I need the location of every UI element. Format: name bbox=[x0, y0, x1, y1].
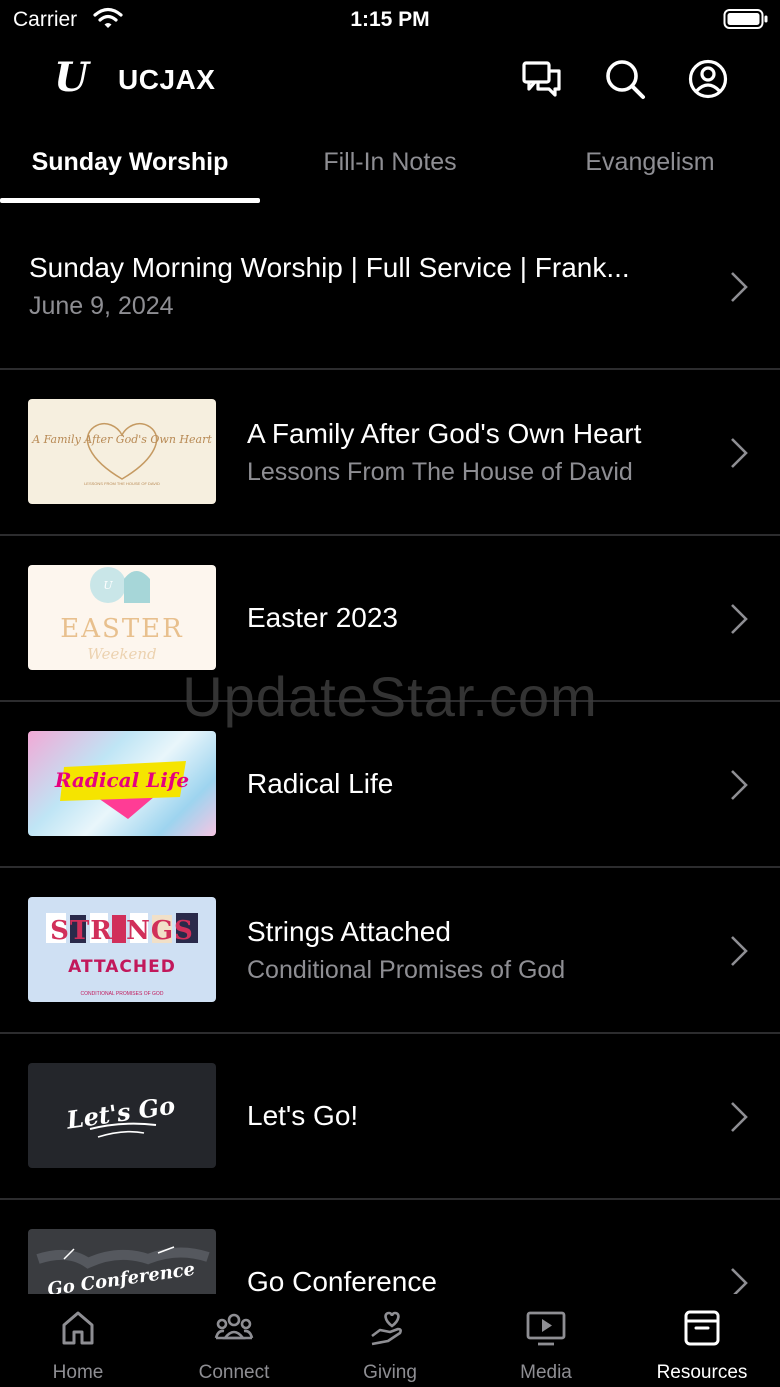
active-tab-indicator bbox=[0, 198, 260, 203]
thumb-caption: CONDITIONAL PROMISES OF GOD bbox=[81, 991, 164, 997]
home-icon bbox=[62, 1311, 94, 1345]
thumb-title: STRINGS bbox=[50, 916, 194, 946]
item-thumbnail: STRINGS ATTACHED CONDITIONAL PROMISES OF… bbox=[28, 897, 216, 1002]
tabbar-label: Media bbox=[520, 1362, 572, 1383]
item-title: Radical Life bbox=[247, 768, 394, 799]
go-conference-artwork: Go Conference bbox=[36, 1246, 210, 1294]
tabbar-giving[interactable]: Giving bbox=[312, 1294, 468, 1387]
chevron-right-icon bbox=[731, 936, 748, 966]
tabbar-label: Home bbox=[52, 1362, 104, 1383]
heart-artwork: A Family After God's Own Heart LESSONS F… bbox=[31, 423, 212, 486]
tabbar-label: Giving bbox=[363, 1362, 417, 1383]
list-item[interactable]: STRINGS ATTACHED CONDITIONAL PROMISES OF… bbox=[0, 868, 780, 1034]
profile-icon[interactable] bbox=[687, 58, 729, 100]
thumb-subtitle: ATTACHED bbox=[68, 957, 176, 977]
app-logo[interactable]: U bbox=[54, 54, 89, 101]
watermark: UpdateStar.com bbox=[182, 665, 598, 728]
status-time: 1:15 PM bbox=[350, 8, 430, 31]
giving-icon bbox=[371, 1311, 402, 1346]
item-subtitle: Conditional Promises of God bbox=[247, 956, 566, 984]
list-item[interactable]: A Family After God's Own Heart LESSONS F… bbox=[0, 370, 780, 536]
easter-artwork: U EASTER Weekend bbox=[60, 567, 183, 663]
tab-sunday-worship[interactable]: Sunday Worship bbox=[0, 120, 260, 204]
chat-icon[interactable] bbox=[521, 58, 563, 100]
list-item[interactable]: Go Conference Go Conference bbox=[0, 1200, 780, 1294]
app-title: UCJAX bbox=[118, 64, 216, 95]
item-thumbnail: A Family After God's Own Heart LESSONS F… bbox=[28, 399, 216, 504]
tab-fill-in-notes[interactable]: Fill-In Notes bbox=[260, 120, 520, 204]
item-title: Go Conference bbox=[247, 1266, 437, 1294]
item-title: Let's Go! bbox=[247, 1100, 359, 1131]
segment-tabs: Sunday Worship Fill-In Notes Evangelism bbox=[0, 120, 780, 204]
item-thumbnail: Radical Life bbox=[28, 731, 216, 836]
item-subtitle: June 9, 2024 bbox=[29, 292, 174, 320]
tabbar-resources[interactable]: Resources bbox=[624, 1294, 780, 1387]
search-icon[interactable] bbox=[604, 58, 646, 100]
radical-life-artwork: Radical Life bbox=[54, 761, 189, 819]
resources-icon bbox=[684, 1310, 720, 1346]
resource-list[interactable]: Sunday Morning Worship | Full Service | … bbox=[0, 204, 780, 1294]
chevron-right-icon bbox=[731, 770, 748, 800]
item-title: Sunday Morning Worship | Full Service | … bbox=[29, 252, 630, 283]
thumb-caption: LESSONS FROM THE HOUSE OF DAVID bbox=[84, 481, 160, 486]
thumb-script: Weekend bbox=[87, 645, 156, 663]
tabbar-label: Resources bbox=[656, 1362, 748, 1383]
tab-evangelism[interactable]: Evangelism bbox=[520, 120, 780, 204]
chevron-right-icon bbox=[731, 438, 748, 468]
thumb-title: EASTER bbox=[60, 614, 183, 644]
chevron-right-icon bbox=[731, 1268, 748, 1294]
item-thumbnail: Let's Go bbox=[28, 1063, 216, 1168]
app-header: U UCJAX bbox=[0, 40, 780, 120]
tabbar-label: Connect bbox=[198, 1362, 270, 1383]
list-item[interactable]: Let's Go Let's Go! bbox=[0, 1034, 780, 1200]
media-icon bbox=[526, 1311, 566, 1346]
chevron-right-icon bbox=[731, 272, 748, 302]
connect-icon bbox=[214, 1313, 254, 1340]
lets-go-artwork: Let's Go bbox=[64, 1091, 177, 1138]
tabbar-connect[interactable]: Connect bbox=[156, 1294, 312, 1387]
item-title: Strings Attached bbox=[247, 916, 451, 947]
thumb-title: Let's Go bbox=[64, 1091, 177, 1135]
item-thumbnail: Go Conference bbox=[28, 1229, 216, 1294]
thumb-title: Go Conference bbox=[46, 1259, 196, 1294]
tabbar-media[interactable]: Media bbox=[468, 1294, 624, 1387]
strings-attached-artwork: STRINGS ATTACHED CONDITIONAL PROMISES OF… bbox=[46, 913, 198, 997]
thumb-title: A Family After God's Own Heart bbox=[31, 433, 212, 446]
list-item[interactable]: Sunday Morning Worship | Full Service | … bbox=[0, 204, 780, 370]
item-subtitle: Lessons From The House of David bbox=[247, 458, 633, 486]
battery-icon bbox=[723, 9, 768, 29]
status-bar: Carrier 1:15 PM bbox=[0, 0, 780, 40]
thumb-title: Radical Life bbox=[54, 768, 189, 792]
item-title: Easter 2023 bbox=[247, 602, 398, 633]
chevron-right-icon bbox=[731, 1102, 748, 1132]
chevron-right-icon bbox=[731, 604, 748, 634]
tabbar-home[interactable]: Home bbox=[0, 1294, 156, 1387]
item-thumbnail: U EASTER Weekend bbox=[28, 565, 216, 670]
item-title: A Family After God's Own Heart bbox=[247, 418, 642, 449]
svg-text:U: U bbox=[103, 579, 113, 592]
bottom-tab-bar: Home Connect Giving Media Resources bbox=[0, 1294, 780, 1387]
